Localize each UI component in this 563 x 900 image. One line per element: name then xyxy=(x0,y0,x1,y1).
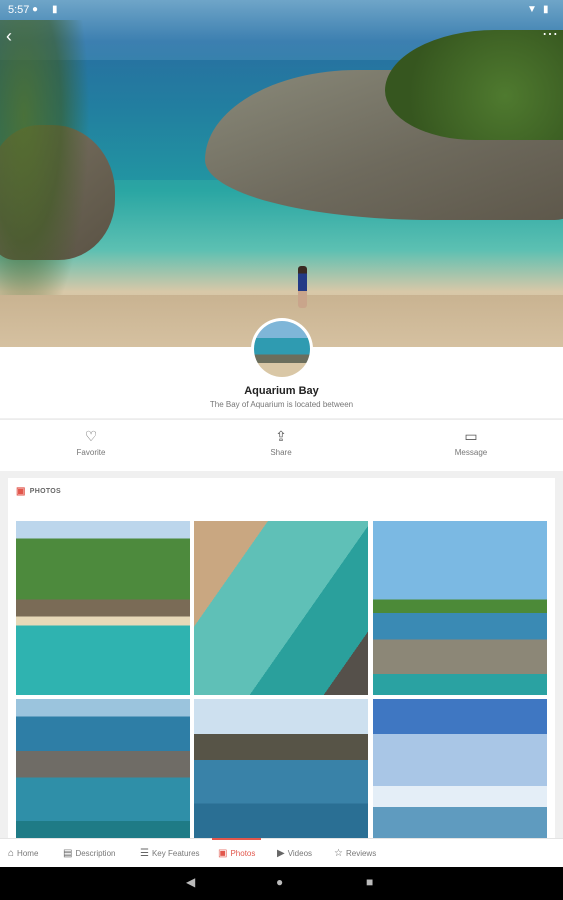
heart-icon: ♡ xyxy=(84,428,98,444)
message-button[interactable]: ▭ Message xyxy=(441,428,501,457)
system-nav-bar: ◀ ● ■ xyxy=(0,867,563,900)
clipboard-icon: ▮ xyxy=(52,4,58,15)
nav-back-icon[interactable]: ◀ xyxy=(186,875,195,889)
message-icon: ▭ xyxy=(464,428,478,444)
place-avatar-frame xyxy=(251,318,313,380)
tab-reviews-label: Reviews xyxy=(345,849,377,858)
photos-section: ▣ PHOTOS xyxy=(8,478,555,873)
photo-icon: ▣ xyxy=(16,486,26,497)
photo-thumbnail[interactable] xyxy=(16,521,190,695)
photo-thumbnail[interactable] xyxy=(194,521,368,695)
tab-key-features-label: Key Features xyxy=(151,849,200,858)
tab-description[interactable]: ▤ Description xyxy=(63,839,115,868)
back-arrow-icon[interactable]: ‹ xyxy=(6,26,26,46)
more-dots-icon[interactable]: ⋯ xyxy=(540,26,560,46)
video-icon: ▶ xyxy=(277,848,285,859)
star-icon: ☆ xyxy=(334,848,343,859)
photo-thumbnail[interactable] xyxy=(373,521,547,695)
photos-heading-label: PHOTOS xyxy=(29,488,61,495)
hero-tree xyxy=(0,20,90,340)
share-button[interactable]: ⇪ Share xyxy=(251,428,311,457)
message-label: Message xyxy=(454,448,488,457)
tab-photos-label: Photos xyxy=(230,849,256,858)
bottom-tab-bar: ⌂ Home ▤ Description ☰ Key Features ▣ Photos… xyxy=(0,838,563,868)
tab-reviews[interactable]: ☆ Reviews xyxy=(334,839,376,868)
favorite-label: Favorite xyxy=(76,448,106,457)
document-icon: ▤ xyxy=(63,848,73,859)
tab-videos-label: Videos xyxy=(287,849,313,858)
app-icon: ● xyxy=(32,4,39,15)
status-bar: 5:57 ● ▮ ▼ ▮ xyxy=(0,0,563,20)
share-label: Share xyxy=(270,448,292,457)
home-icon: ⌂ xyxy=(8,848,15,859)
tab-key-features[interactable]: ☰ Key Features xyxy=(140,839,200,868)
photo-icon: ▣ xyxy=(218,848,228,859)
list-icon: ☰ xyxy=(140,848,149,859)
tab-home[interactable]: ⌂ Home xyxy=(8,839,38,868)
hero-vegetation xyxy=(385,30,563,140)
photos-heading: ▣ PHOTOS xyxy=(16,486,61,497)
favorite-button[interactable]: ♡ Favorite xyxy=(61,428,121,457)
action-bar: ♡ Favorite ⇪ Share ▭ Message xyxy=(0,419,563,471)
battery-icon: ▮ xyxy=(543,4,549,15)
wifi-icon: ▼ xyxy=(527,4,537,15)
place-subtitle: The Bay of Aquarium is located between xyxy=(209,400,354,409)
tab-photos[interactable]: ▣ Photos xyxy=(211,838,262,868)
tab-home-label: Home xyxy=(17,849,39,858)
tab-videos[interactable]: ▶ Videos xyxy=(277,839,312,868)
tab-description-label: Description xyxy=(75,849,116,858)
nav-home-icon[interactable]: ● xyxy=(276,875,283,889)
hero-image xyxy=(0,0,563,347)
hero-person xyxy=(298,266,307,308)
share-icon: ⇪ xyxy=(275,428,287,444)
place-title: Aquarium Bay xyxy=(244,385,319,397)
nav-recents-icon[interactable]: ■ xyxy=(366,875,373,889)
place-avatar xyxy=(254,321,310,377)
status-time: 5:57 xyxy=(8,4,30,16)
